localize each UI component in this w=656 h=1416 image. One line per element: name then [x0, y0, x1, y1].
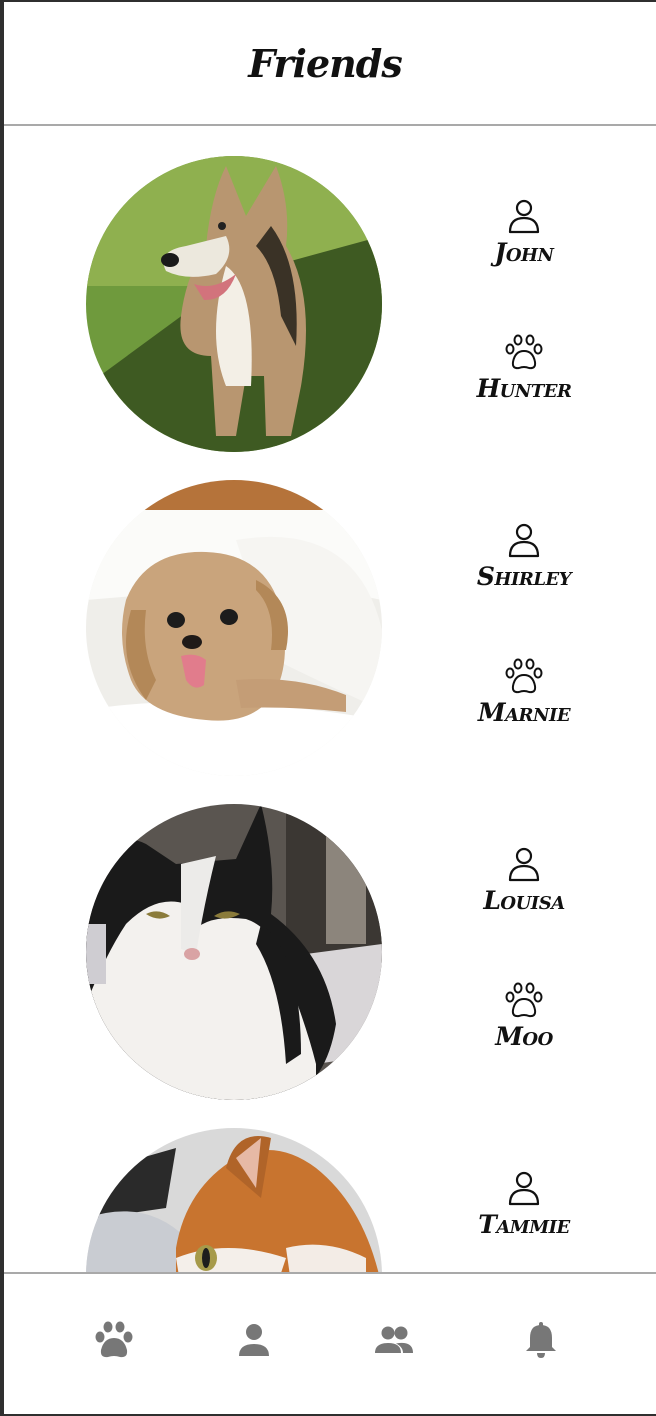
owner-entry[interactable]: Shirley — [464, 520, 584, 591]
paw-outline-icon — [504, 980, 544, 1020]
cat-photo-image — [86, 804, 382, 1100]
owner-name: Shirley — [476, 562, 572, 591]
pet-name: Hunter — [476, 374, 572, 403]
friend-card[interactable]: Louisa Moo — [4, 804, 656, 1104]
person-icon — [239, 1324, 269, 1356]
person-outline-icon — [504, 1168, 544, 1208]
friend-card[interactable]: Tammie — [4, 1128, 656, 1272]
pet-name: Moo — [495, 1022, 553, 1051]
friends-feed[interactable]: John Hunter Shirley Marnie Louisa Moo Ta… — [4, 128, 656, 1272]
pet-entry[interactable]: Moo — [464, 980, 584, 1051]
tab-pets[interactable] — [92, 1318, 136, 1362]
pet-name: Marnie — [477, 698, 571, 727]
paw-outline-icon — [504, 656, 544, 696]
tab-notifications[interactable] — [519, 1318, 563, 1362]
owner-entry[interactable]: John — [464, 196, 584, 267]
people-icon — [375, 1326, 413, 1353]
cat-photo-image — [86, 1128, 382, 1272]
pet-photo[interactable] — [86, 480, 382, 776]
tab-profile[interactable] — [232, 1318, 276, 1362]
person-outline-icon — [504, 844, 544, 884]
tab-friends[interactable] — [372, 1318, 416, 1362]
friend-card[interactable]: Shirley Marnie — [4, 480, 656, 780]
friend-card[interactable]: John Hunter — [4, 156, 656, 456]
person-outline-icon — [504, 520, 544, 560]
paw-outline-icon — [504, 332, 544, 372]
pet-photo[interactable] — [86, 804, 382, 1100]
owner-entry[interactable]: Louisa — [464, 844, 584, 915]
bell-icon — [526, 1322, 556, 1358]
owner-entry[interactable]: Tammie — [464, 1168, 584, 1239]
page-title: Friends — [248, 40, 403, 86]
owner-name: Louisa — [483, 886, 565, 915]
owner-name: John — [494, 238, 554, 267]
app-header: Friends — [4, 2, 656, 126]
dog-photo-image — [86, 480, 382, 776]
pet-photo[interactable] — [86, 156, 382, 452]
person-outline-icon — [504, 196, 544, 236]
bottom-tab-bar — [4, 1272, 656, 1414]
pet-photo[interactable] — [86, 1128, 382, 1272]
pet-entry[interactable]: Hunter — [464, 332, 584, 403]
owner-name: Tammie — [478, 1210, 570, 1239]
pet-entry[interactable]: Marnie — [464, 656, 584, 727]
paw-icon — [95, 1321, 133, 1358]
app-screen: Friends John Hunter Shirley Marnie Louis… — [4, 2, 656, 1414]
dog-photo-image — [86, 156, 382, 452]
